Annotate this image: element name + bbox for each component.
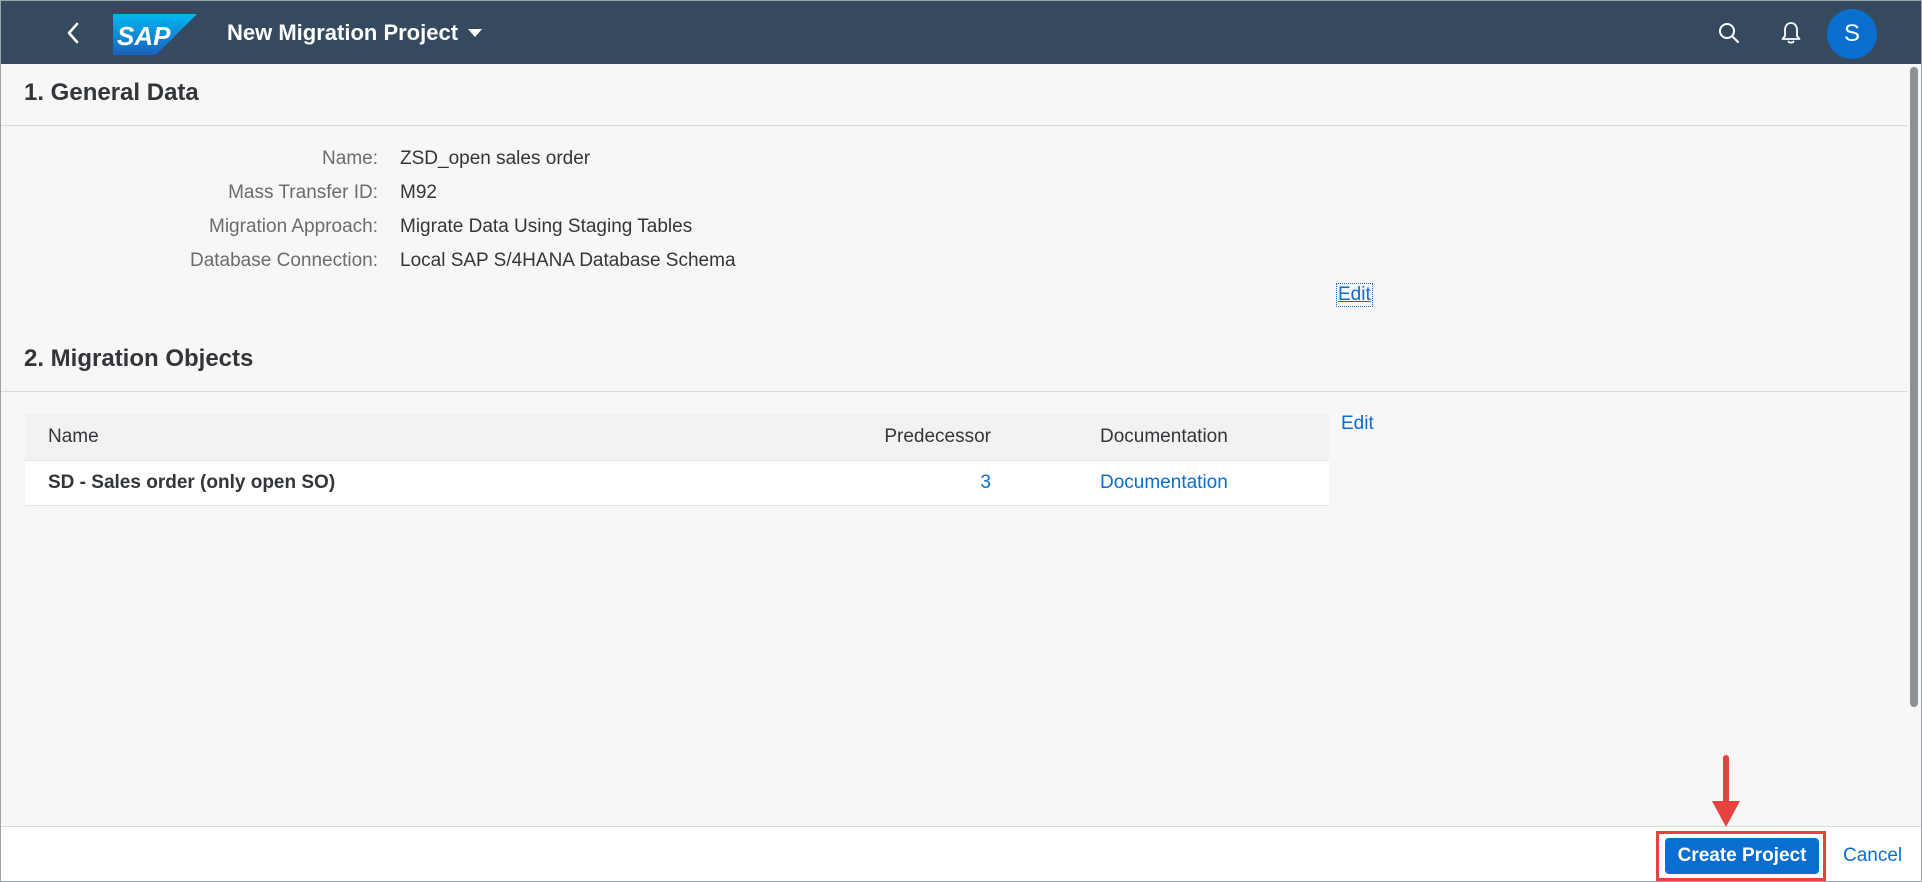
cancel-button[interactable]: Cancel <box>1843 838 1902 874</box>
scrollbar-thumb[interactable] <box>1910 67 1918 707</box>
back-button[interactable] <box>53 15 93 51</box>
create-project-button[interactable]: Create Project <box>1665 838 1819 874</box>
field-value: Local SAP S/4HANA Database Schema <box>400 250 736 271</box>
annotation-arrow-icon <box>1712 755 1740 827</box>
field-label: Name: <box>322 148 378 169</box>
edit-general-data-link[interactable]: Edit <box>1336 283 1373 307</box>
field-database-connection: Database Connection: Local SAP S/4HANA D… <box>1 246 1001 276</box>
edit-migration-objects-link[interactable]: Edit <box>1341 413 1374 435</box>
search-icon <box>1719 23 1740 44</box>
sap-logo: SAP <box>113 14 197 55</box>
table-header: Name Predecessor Documentation <box>25 414 1329 461</box>
main-content: 1. General Data Name: ZSD_open sales ord… <box>1 64 1907 826</box>
field-mass-transfer-id: Mass Transfer ID: M92 <box>1 178 1001 208</box>
section-divider <box>1 125 1907 126</box>
row-name: SD - Sales order (only open SO) <box>48 472 336 493</box>
chevron-down-icon <box>468 29 483 37</box>
migration-objects-table: Name Predecessor Documentation SD - Sale… <box>25 414 1329 506</box>
predecessor-link[interactable]: 3 <box>980 461 991 505</box>
search-button[interactable] <box>1712 16 1746 50</box>
footer-toolbar: Create Project Cancel <box>1 826 1921 881</box>
table-row[interactable]: SD - Sales order (only open SO) 3 Docume… <box>25 461 1329 506</box>
field-name: Name: ZSD_open sales order <box>1 144 1001 174</box>
vertical-scrollbar[interactable] <box>1907 64 1921 826</box>
bell-icon <box>1781 22 1801 44</box>
notifications-button[interactable] <box>1774 16 1808 50</box>
field-label: Mass Transfer ID: <box>228 182 378 203</box>
user-avatar[interactable]: S <box>1827 9 1877 59</box>
documentation-link[interactable]: Documentation <box>1100 461 1228 505</box>
migration-objects-title: 2. Migration Objects <box>24 345 254 372</box>
field-value: ZSD_open sales order <box>400 148 591 169</box>
general-data-title: 1. General Data <box>24 79 199 106</box>
app-title-menu[interactable]: New Migration Project <box>227 18 483 48</box>
field-value: M92 <box>400 182 437 203</box>
field-label: Database Connection: <box>189 250 378 271</box>
back-icon <box>67 22 79 44</box>
field-label: Migration Approach: <box>209 216 378 237</box>
column-header-predecessor: Predecessor <box>884 426 991 447</box>
field-migration-approach: Migration Approach: Migrate Data Using S… <box>1 212 1001 242</box>
shell-bar: SAP New Migration Project S <box>1 1 1921 64</box>
column-header-documentation: Documentation <box>1100 426 1228 447</box>
column-header-name: Name <box>48 426 99 447</box>
section-divider <box>1 391 1907 392</box>
svg-text:SAP: SAP <box>117 21 171 51</box>
app-title: New Migration Project <box>227 20 459 45</box>
field-value: Migrate Data Using Staging Tables <box>400 216 693 237</box>
